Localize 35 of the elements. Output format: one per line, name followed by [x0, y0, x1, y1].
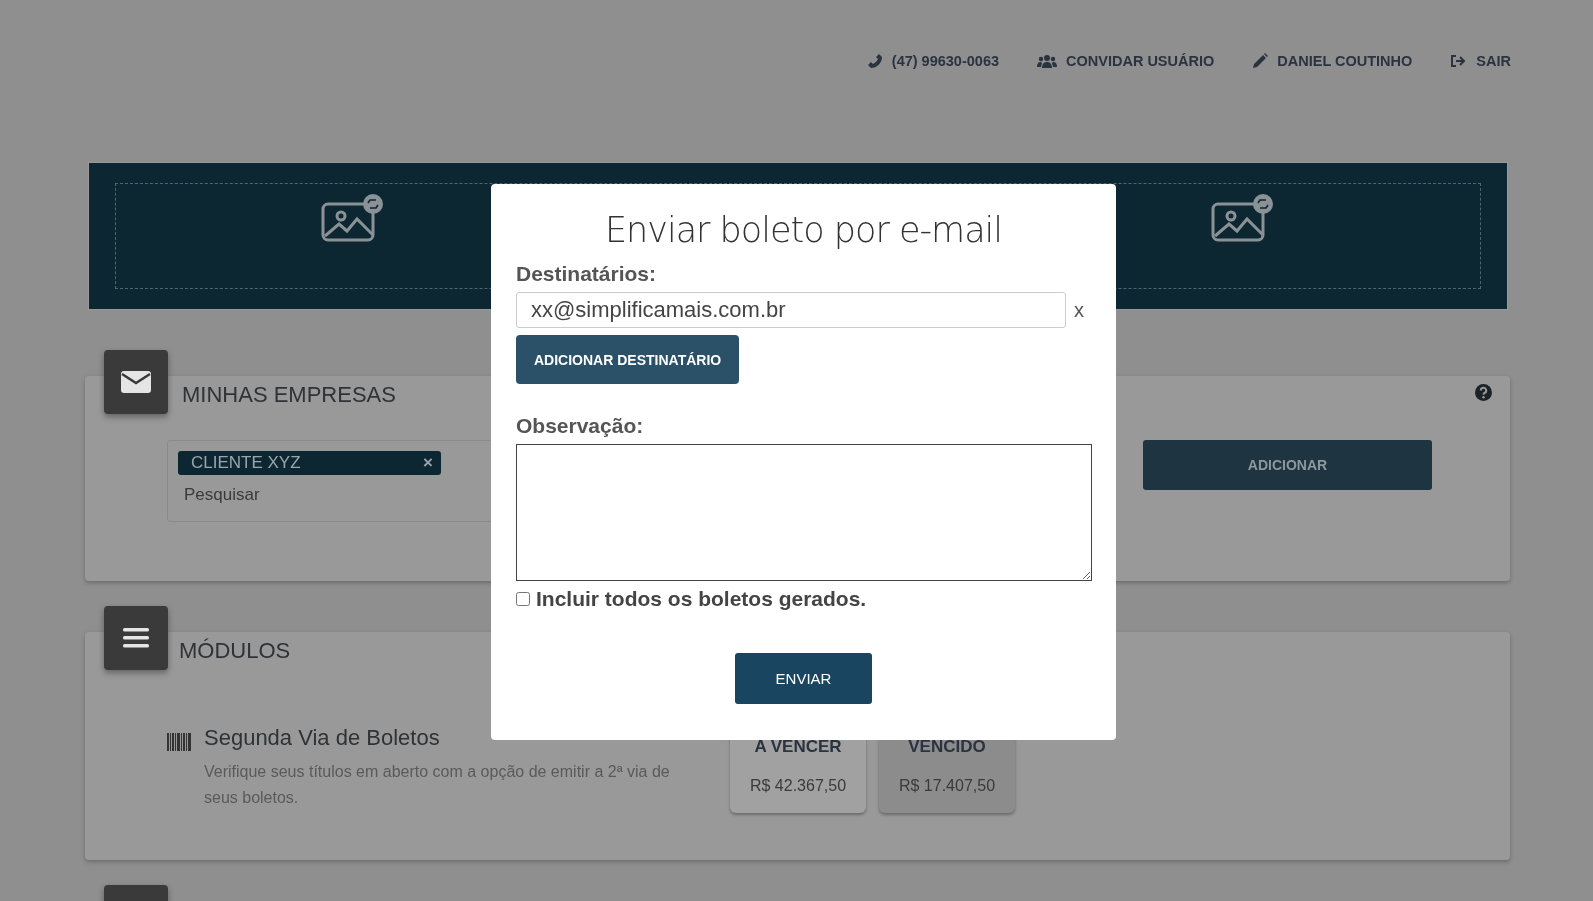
email-field[interactable]: xx@simplificamais.com.br [516, 292, 1066, 328]
section-title: MINHAS EMPRESAS [182, 382, 396, 408]
status-amount: R$ 17.407,50 [897, 777, 997, 795]
phone-icon [866, 53, 883, 69]
menu-icon [104, 606, 168, 670]
note-label: Observação: [516, 414, 645, 438]
pencil-icon [1252, 53, 1269, 69]
logout-icon [1450, 54, 1468, 68]
include-all-label: Incluir todos os boletos gerados. [536, 587, 867, 611]
image-upload-icon [321, 194, 385, 244]
add-button[interactable]: ADICIONAR [1143, 440, 1432, 490]
help-icon[interactable] [1475, 384, 1492, 401]
status-label: A VENCER [753, 737, 843, 757]
send-button[interactable]: ENVIAR [735, 653, 872, 704]
dialog-title: Enviar boleto por e-mail [603, 210, 1004, 250]
barcode-icon [167, 733, 191, 751]
envelope-icon [104, 350, 168, 414]
search-field[interactable]: Pesquisar [178, 485, 411, 505]
tag-label: CLIENTE XYZ [191, 453, 301, 473]
remove-tag-button[interactable]: × [423, 453, 433, 473]
image-upload-icon [1211, 194, 1275, 244]
nav-link[interactable]: DANIEL COUTINHO [1252, 52, 1413, 70]
status-amount: R$ 42.367,50 [748, 777, 848, 795]
note-field[interactable] [516, 444, 1092, 581]
include-all-checkbox[interactable] [516, 592, 530, 606]
nav-link[interactable]: CONVIDAR USUÁRIO [1037, 52, 1215, 70]
add-recipient-button[interactable]: ADICIONAR DESTINATÁRIO [516, 335, 740, 384]
recipients-label: Destinatários: [516, 262, 658, 286]
nav-link[interactable]: (47) 99630-0063 [866, 52, 1000, 70]
section-title: MÓDULOS [179, 638, 291, 664]
remove-recipient-button[interactable]: x [1074, 298, 1084, 322]
module-description: Verifique seus títulos em aberto com a opção de emitir a 2ª via de seus boletos. [204, 762, 671, 808]
nav-link[interactable]: SAIR [1450, 52, 1511, 70]
status-label: VENCIDO [907, 737, 987, 757]
users-icon [1037, 53, 1058, 69]
